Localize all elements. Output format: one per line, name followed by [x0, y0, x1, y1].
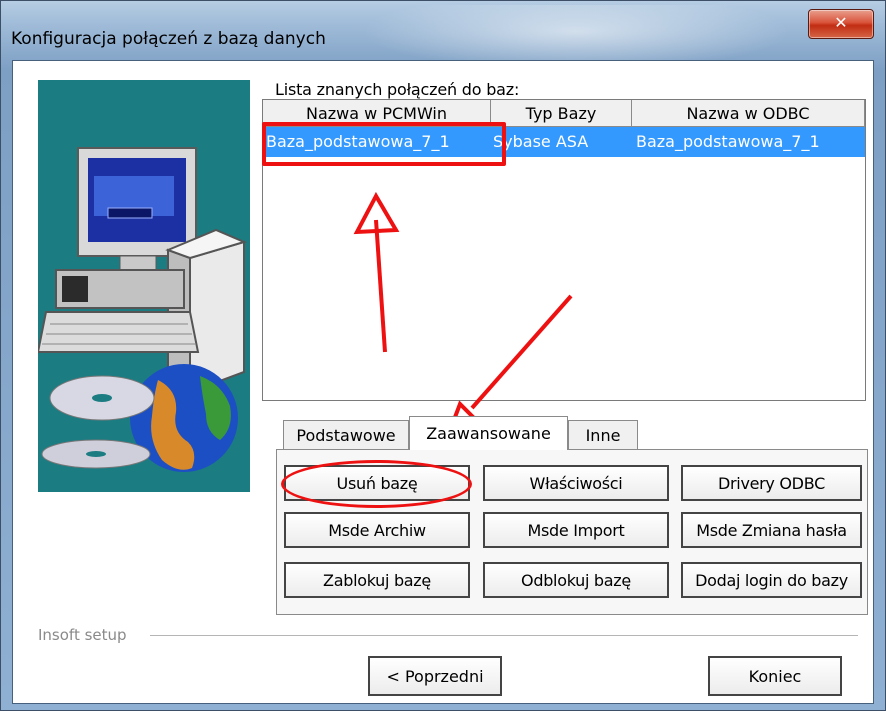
- annotation-arrow-up-shaft: [374, 219, 387, 353]
- annotation-arrows: [353, 191, 573, 437]
- annotation-arrow-diagonal-shaft: [470, 294, 573, 410]
- tab-zaawansowane[interactable]: Zaawansowane: [409, 416, 568, 450]
